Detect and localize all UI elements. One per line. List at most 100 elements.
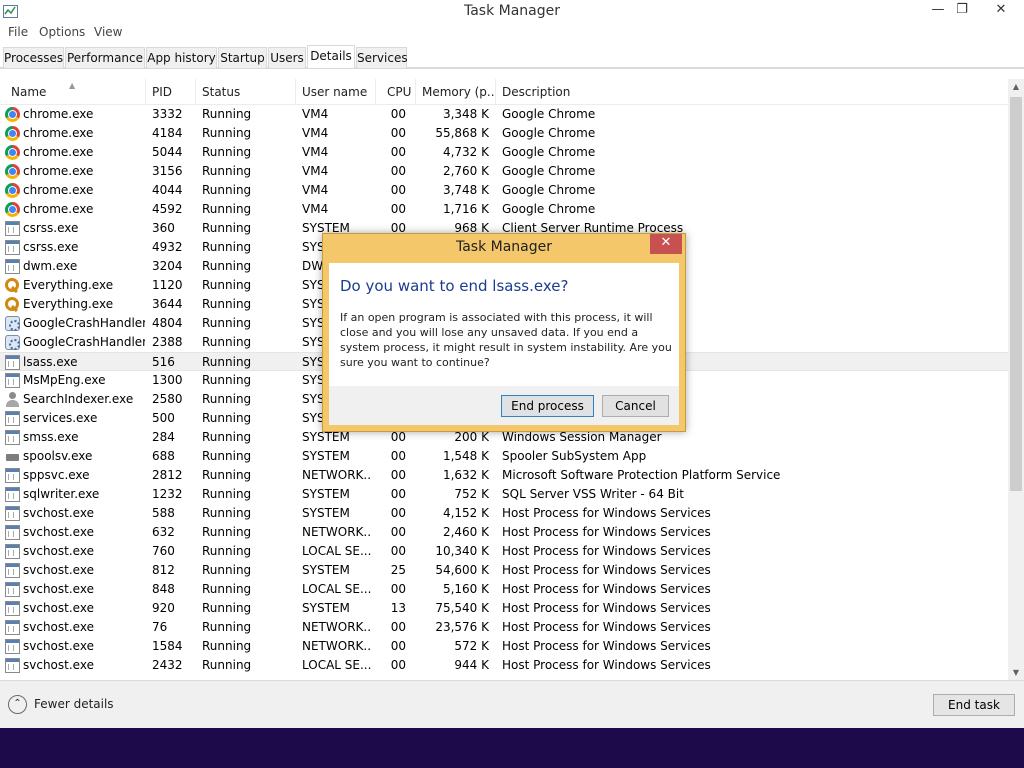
process-status: Running bbox=[202, 202, 252, 216]
column-header-memory[interactable]: Memory (p... bbox=[422, 85, 494, 103]
menu-options[interactable]: Options bbox=[39, 25, 85, 39]
tab-startup[interactable]: Startup bbox=[218, 47, 267, 69]
menu-file[interactable]: File bbox=[8, 25, 28, 39]
fewer-details-link[interactable]: Fewer details bbox=[34, 697, 114, 711]
process-memory: 5,160 K bbox=[442, 582, 489, 596]
process-name: sqlwriter.exe bbox=[23, 487, 100, 501]
cancel-button[interactable]: Cancel bbox=[602, 395, 669, 417]
chrome-icon bbox=[5, 145, 20, 160]
chevron-up-icon[interactable]: ⌃ bbox=[8, 695, 27, 714]
process-pid: 1120 bbox=[152, 278, 183, 292]
table-row[interactable]: svchost.exe 920 Running SYSTEM 13 75,540 K Hos… bbox=[0, 599, 1008, 618]
process-name: svchost.exe bbox=[23, 582, 94, 596]
process-pid: 4044 bbox=[152, 183, 183, 197]
tab-details[interactable]: Details bbox=[307, 45, 355, 69]
process-memory: 2,760 K bbox=[442, 164, 489, 178]
menu-view[interactable]: View bbox=[94, 25, 122, 39]
chrome-icon bbox=[5, 202, 20, 217]
end-task-button[interactable]: End task bbox=[933, 694, 1015, 716]
process-user-name: NETWORK... bbox=[302, 525, 372, 539]
menu-bar: File Options View bbox=[0, 23, 1024, 43]
end-process-button[interactable]: End process bbox=[501, 395, 594, 417]
table-row[interactable]: svchost.exe 76 Running NETWORK... 00 23,576 K… bbox=[0, 618, 1008, 637]
process-pid: 4804 bbox=[152, 316, 183, 330]
process-status: Running bbox=[202, 449, 252, 463]
process-name: svchost.exe bbox=[23, 506, 94, 520]
table-row[interactable]: svchost.exe 1584 Running NETWORK... 00 572 K H… bbox=[0, 637, 1008, 656]
table-row[interactable]: chrome.exe 3332 Running VM4 00 3,348 K Google … bbox=[0, 105, 1008, 124]
tab-users[interactable]: Users bbox=[268, 47, 306, 69]
process-status: Running bbox=[202, 468, 252, 482]
process-description: Google Chrome bbox=[502, 164, 596, 178]
table-row[interactable]: svchost.exe 812 Running SYSTEM 25 54,600 K Hos… bbox=[0, 561, 1008, 580]
process-status: Running bbox=[202, 126, 252, 140]
table-row[interactable]: svchost.exe 2432 Running LOCAL SE... 00 944 K… bbox=[0, 656, 1008, 675]
process-pid: 516 bbox=[152, 355, 175, 369]
process-user-name: SYSTEM bbox=[302, 601, 350, 615]
process-pid: 284 bbox=[152, 430, 175, 444]
title-bar[interactable]: Task Manager — ❐ ✕ bbox=[0, 0, 1024, 23]
tab-services[interactable]: Services bbox=[356, 47, 408, 69]
process-description: Windows Session Manager bbox=[502, 430, 662, 444]
process-user-name: VM4 bbox=[302, 126, 329, 140]
dialog-close-button[interactable]: ✕ bbox=[650, 234, 682, 254]
exe-icon bbox=[5, 355, 20, 370]
process-description: Host Process for Windows Services bbox=[502, 563, 711, 577]
process-description: Host Process for Windows Services bbox=[502, 506, 711, 520]
process-user-name: NETWORK... bbox=[302, 620, 372, 634]
table-row[interactable]: chrome.exe 4592 Running VM4 00 1,716 K Google … bbox=[0, 200, 1008, 219]
scroll-down-arrow-icon[interactable]: ▼ bbox=[1008, 665, 1024, 681]
process-user-name: LOCAL SE... bbox=[302, 658, 372, 672]
process-name: chrome.exe bbox=[23, 145, 94, 159]
scroll-thumb[interactable] bbox=[1010, 97, 1022, 491]
vertical-scrollbar[interactable]: ▲ ▼ bbox=[1008, 79, 1024, 681]
key-icon bbox=[5, 278, 20, 293]
process-name: chrome.exe bbox=[23, 183, 94, 197]
tab-performance[interactable]: Performance bbox=[65, 47, 145, 69]
table-row[interactable]: chrome.exe 4184 Running VM4 00 55,868 K Google… bbox=[0, 124, 1008, 143]
tab-processes[interactable]: Processes bbox=[3, 47, 64, 69]
column-header-pid[interactable]: PID bbox=[152, 85, 192, 103]
process-description: Spooler SubSystem App bbox=[502, 449, 647, 463]
process-name: csrss.exe bbox=[23, 221, 79, 235]
table-row[interactable]: svchost.exe 588 Running SYSTEM 00 4,152 K Host… bbox=[0, 504, 1008, 523]
process-name: svchost.exe bbox=[23, 525, 94, 539]
process-name: svchost.exe bbox=[23, 544, 94, 558]
process-cpu: 00 bbox=[390, 430, 406, 444]
table-row[interactable]: chrome.exe 5044 Running VM4 00 4,732 K Google … bbox=[0, 143, 1008, 162]
process-pid: 4184 bbox=[152, 126, 183, 140]
table-row[interactable]: chrome.exe 4044 Running VM4 00 3,748 K Google … bbox=[0, 181, 1008, 200]
process-status: Running bbox=[202, 145, 252, 159]
process-pid: 588 bbox=[152, 506, 175, 520]
scroll-up-arrow-icon[interactable]: ▲ bbox=[1008, 79, 1024, 95]
process-description: Host Process for Windows Services bbox=[502, 544, 711, 558]
process-name: GoogleCrashHandler... bbox=[23, 335, 145, 349]
column-header-status[interactable]: Status bbox=[202, 85, 292, 103]
column-header-cpu[interactable]: CPU bbox=[387, 85, 415, 103]
process-pid: 688 bbox=[152, 449, 175, 463]
table-row[interactable]: sppsvc.exe 2812 Running NETWORK... 00 1,632 K… bbox=[0, 466, 1008, 485]
process-name: GoogleCrashHandler... bbox=[23, 316, 145, 330]
table-row[interactable]: svchost.exe 632 Running NETWORK... 00 2,460 K… bbox=[0, 523, 1008, 542]
column-header-description[interactable]: Description bbox=[502, 85, 702, 103]
table-row[interactable]: svchost.exe 760 Running LOCAL SE... 00 10,340… bbox=[0, 542, 1008, 561]
table-row[interactable]: chrome.exe 3156 Running VM4 00 2,760 K Google … bbox=[0, 162, 1008, 181]
process-pid: 76 bbox=[152, 620, 168, 634]
table-row[interactable]: svchost.exe 848 Running LOCAL SE... 00 5,160 … bbox=[0, 580, 1008, 599]
printer-icon bbox=[5, 449, 20, 465]
process-status: Running bbox=[202, 221, 252, 235]
process-memory: 55,868 K bbox=[435, 126, 489, 140]
maximize-button[interactable]: ❐ bbox=[948, 0, 976, 22]
table-row[interactable]: spoolsv.exe 688 Running SYSTEM 00 1,548 K Spoo… bbox=[0, 447, 1008, 466]
process-pid: 812 bbox=[152, 563, 175, 577]
table-row[interactable]: sqlwriter.exe 1232 Running SYSTEM 00 752 K SQL… bbox=[0, 485, 1008, 504]
column-header-user-name[interactable]: User name bbox=[302, 85, 372, 103]
tab-app-history[interactable]: App history bbox=[146, 47, 217, 69]
process-name: services.exe bbox=[23, 411, 98, 425]
process-cpu: 00 bbox=[390, 639, 406, 653]
close-button[interactable]: ✕ bbox=[980, 0, 1022, 22]
user-search-icon bbox=[5, 392, 20, 407]
column-header-name[interactable]: Name bbox=[11, 85, 141, 103]
process-memory: 1,716 K bbox=[442, 202, 489, 216]
process-cpu: 00 bbox=[390, 202, 406, 216]
